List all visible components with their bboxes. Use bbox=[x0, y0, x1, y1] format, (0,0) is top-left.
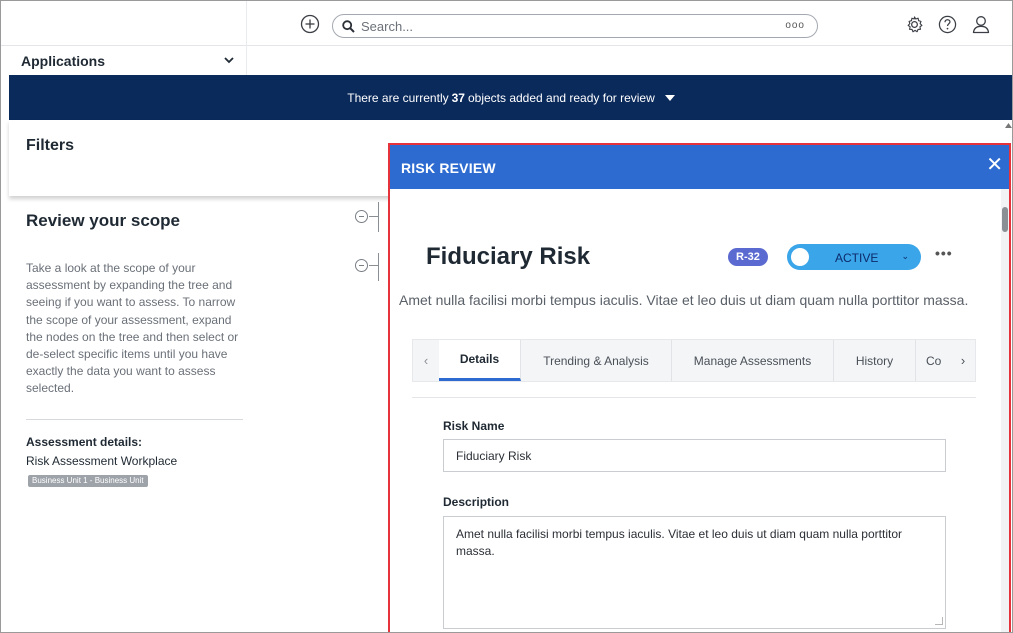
banner-prefix: There are currently bbox=[347, 90, 449, 105]
tab-scroll-left-icon[interactable]: ‹ bbox=[413, 340, 439, 381]
risk-description: Amet nulla facilisi morbi tempus iaculis… bbox=[399, 292, 969, 308]
assessment-details-value: Risk Assessment Workplace bbox=[26, 454, 178, 468]
risk-id-badge: R-32 bbox=[728, 248, 768, 266]
applications-menu[interactable]: Applications bbox=[9, 46, 247, 75]
help-icon[interactable] bbox=[937, 14, 957, 34]
top-bar: ooo bbox=[1, 1, 1012, 46]
business-unit-badge: Business Unit 1 - Business Unit bbox=[28, 475, 148, 487]
status-label: ACTIVE bbox=[835, 251, 879, 265]
search-icon bbox=[342, 19, 355, 33]
tab-trending-analysis[interactable]: Trending & Analysis bbox=[521, 340, 672, 381]
app-frame: ooo Applications There are currently 37 … bbox=[0, 0, 1013, 633]
scope-description: Take a look at the scope of your assessm… bbox=[26, 261, 239, 396]
modal-title: RISK REVIEW bbox=[401, 160, 496, 176]
description-label: Description bbox=[443, 495, 510, 509]
description-field[interactable]: Amet nulla facilisi morbi tempus iaculis… bbox=[443, 516, 946, 629]
tree-connector bbox=[378, 202, 379, 232]
chevron-down-icon[interactable]: ⌄ bbox=[901, 251, 909, 262]
user-profile-icon[interactable] bbox=[970, 13, 992, 35]
tab-details[interactable]: Details bbox=[439, 340, 521, 381]
tree-collapse-icon[interactable] bbox=[355, 210, 368, 223]
tab-scroll-right-icon[interactable]: › bbox=[950, 340, 976, 381]
risk-review-modal: RISK REVIEW ✕ Fiduciary Risk R-32 ACTIVE… bbox=[388, 143, 1011, 632]
divider bbox=[412, 397, 976, 398]
status-toggle[interactable]: ACTIVE ⌄ bbox=[787, 244, 921, 270]
toggle-knob[interactable] bbox=[791, 248, 809, 266]
tab-history[interactable]: History bbox=[834, 340, 916, 381]
assessment-details-label: Assessment details: bbox=[26, 435, 143, 449]
search-options-button[interactable]: ooo bbox=[785, 20, 805, 31]
risk-name-label: Risk Name bbox=[443, 419, 505, 433]
modal-scroll-thumb[interactable] bbox=[1002, 207, 1008, 232]
scope-title: Review your scope bbox=[26, 211, 181, 230]
tree-connector bbox=[378, 253, 379, 281]
settings-gear-icon[interactable] bbox=[904, 14, 924, 34]
more-options-icon[interactable]: ••• bbox=[935, 245, 953, 261]
divider bbox=[26, 419, 243, 420]
caret-down-icon[interactable] bbox=[664, 94, 675, 101]
risk-title: Fiduciary Risk bbox=[426, 243, 591, 270]
banner-suffix: objects added and ready for review bbox=[467, 90, 655, 105]
applications-label: Applications bbox=[21, 52, 106, 69]
search-input[interactable] bbox=[361, 18, 781, 34]
resize-handle-icon[interactable] bbox=[935, 617, 943, 625]
modal-scrollbar[interactable] bbox=[1001, 189, 1009, 632]
modal-header: RISK REVIEW ✕ bbox=[390, 145, 1009, 189]
tab-bar: ‹ Details Trending & Analysis Manage Ass… bbox=[412, 339, 976, 382]
banner-count: 37 bbox=[451, 90, 465, 105]
tab-manage-assessments[interactable]: Manage Assessments bbox=[672, 340, 834, 381]
logo-area bbox=[9, 1, 247, 46]
review-banner[interactable]: There are currently 37 objects added and… bbox=[9, 75, 1012, 120]
chevron-down-icon bbox=[224, 57, 234, 64]
close-icon[interactable]: ✕ bbox=[986, 155, 1003, 175]
filters-title[interactable]: Filters bbox=[26, 137, 74, 155]
tab-more[interactable]: Co bbox=[916, 340, 952, 381]
search-bar[interactable]: ooo bbox=[332, 14, 818, 38]
risk-name-field[interactable]: Fiduciary Risk bbox=[443, 439, 946, 472]
tree-collapse-icon[interactable] bbox=[355, 259, 368, 272]
add-icon[interactable] bbox=[299, 13, 321, 35]
